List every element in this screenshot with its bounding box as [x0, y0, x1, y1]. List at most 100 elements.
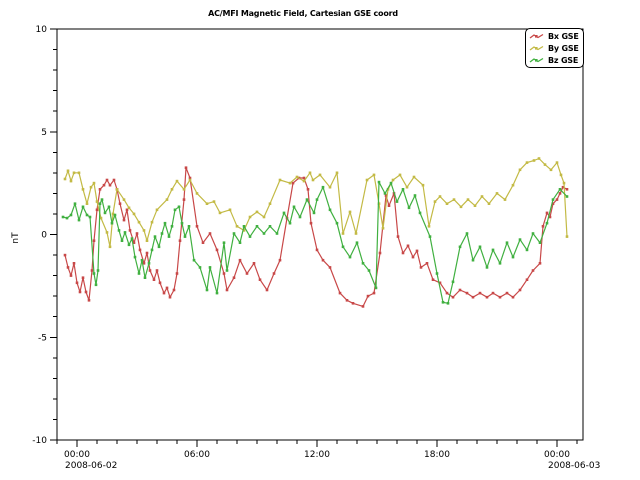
- x-axis-tick-label: 06:00: [184, 450, 210, 460]
- data-point-marker: [296, 176, 299, 179]
- data-point-marker: [316, 249, 319, 252]
- data-point-marker: [486, 296, 489, 299]
- data-point-marker: [269, 202, 272, 205]
- data-point-marker: [474, 204, 477, 207]
- data-point-marker: [79, 291, 82, 294]
- data-point-marker: [171, 188, 174, 191]
- data-point-marker: [141, 259, 144, 262]
- data-point-marker: [466, 292, 469, 295]
- data-point-marker: [104, 212, 107, 215]
- data-point-marker: [279, 259, 282, 262]
- data-point-marker: [556, 198, 559, 201]
- data-point-marker: [339, 292, 342, 295]
- data-point-marker: [446, 292, 449, 295]
- data-point-marker: [472, 259, 475, 262]
- data-point-marker: [239, 241, 242, 244]
- data-point-marker: [316, 198, 319, 201]
- data-point-marker: [566, 235, 569, 238]
- data-point-marker: [111, 222, 114, 225]
- y-axis-tick-label: 0: [41, 231, 47, 241]
- data-point-marker: [397, 235, 400, 238]
- data-point-marker: [151, 249, 154, 252]
- data-point-marker: [329, 209, 332, 212]
- data-point-marker: [266, 289, 269, 292]
- data-point-marker: [166, 198, 169, 201]
- legend-row: Bz GSE: [529, 54, 579, 66]
- data-point-marker: [116, 188, 119, 191]
- data-point-marker: [188, 225, 191, 228]
- data-point-marker: [202, 241, 205, 244]
- data-point-marker: [99, 202, 102, 205]
- data-point-marker: [82, 276, 85, 279]
- data-point-marker: [96, 209, 99, 212]
- data-point-marker: [512, 296, 515, 299]
- data-point-marker: [129, 229, 132, 232]
- data-point-marker: [123, 198, 126, 201]
- data-point-marker: [219, 212, 222, 215]
- data-point-marker: [154, 235, 157, 238]
- data-point-marker: [76, 282, 79, 285]
- data-point-marker: [388, 204, 391, 207]
- legend-row: By GSE: [529, 42, 579, 54]
- data-point-marker: [453, 198, 456, 201]
- data-point-marker: [246, 272, 249, 275]
- data-point-marker: [559, 188, 562, 191]
- data-point-marker: [481, 195, 484, 198]
- data-point-marker: [206, 289, 209, 292]
- data-point-marker: [161, 232, 164, 235]
- data-point-marker: [519, 238, 522, 241]
- data-point-marker: [64, 178, 67, 181]
- data-point-marker: [118, 229, 121, 232]
- data-point-marker: [322, 259, 325, 262]
- data-point-marker: [336, 172, 339, 175]
- data-point-marker: [78, 172, 81, 175]
- data-point-marker: [64, 254, 67, 257]
- data-point-marker: [472, 296, 475, 299]
- data-point-marker: [199, 266, 202, 269]
- data-point-marker: [70, 180, 73, 183]
- data-point-marker: [86, 214, 89, 217]
- data-point-marker: [256, 211, 259, 214]
- data-point-marker: [526, 161, 529, 164]
- x-axis-start-date: 2008-06-02: [65, 461, 117, 471]
- data-point-marker: [101, 198, 104, 201]
- data-point-marker: [402, 188, 405, 191]
- data-point-marker: [209, 266, 212, 269]
- data-point-marker: [466, 232, 469, 235]
- data-point-marker: [108, 206, 111, 209]
- data-point-marker: [249, 235, 252, 238]
- data-point-marker: [309, 172, 312, 175]
- x-axis-tick-label: 00:00: [544, 450, 570, 460]
- data-point-marker: [367, 295, 370, 298]
- data-point-marker: [496, 192, 499, 195]
- series-line-bx-gse: [65, 168, 567, 307]
- data-point-marker: [446, 202, 449, 205]
- data-point-marker: [306, 198, 309, 201]
- data-point-marker: [223, 241, 226, 244]
- data-point-marker: [95, 284, 98, 287]
- x-axis-tick-label: 18:00: [424, 450, 450, 460]
- data-point-marker: [93, 182, 96, 185]
- data-point-marker: [156, 209, 159, 212]
- data-point-marker: [164, 222, 167, 225]
- data-point-marker: [74, 202, 77, 205]
- data-point-marker: [407, 245, 410, 248]
- data-point-marker: [310, 222, 313, 225]
- data-point-marker: [216, 249, 219, 252]
- data-point-marker: [373, 292, 376, 295]
- data-point-marker: [233, 232, 236, 235]
- data-point-marker: [168, 235, 171, 238]
- data-point-marker: [123, 219, 126, 222]
- data-point-marker: [136, 232, 139, 235]
- data-point-marker: [546, 212, 549, 215]
- data-point-marker: [249, 216, 252, 219]
- y-axis-tick-label: -10: [32, 436, 47, 446]
- data-point-marker: [460, 206, 463, 209]
- data-point-marker: [428, 225, 431, 228]
- data-point-marker: [70, 214, 73, 217]
- data-point-marker: [406, 186, 409, 189]
- data-point-marker: [312, 179, 315, 182]
- data-point-marker: [90, 186, 93, 189]
- data-point-marker: [452, 296, 455, 299]
- data-point-marker: [85, 291, 88, 294]
